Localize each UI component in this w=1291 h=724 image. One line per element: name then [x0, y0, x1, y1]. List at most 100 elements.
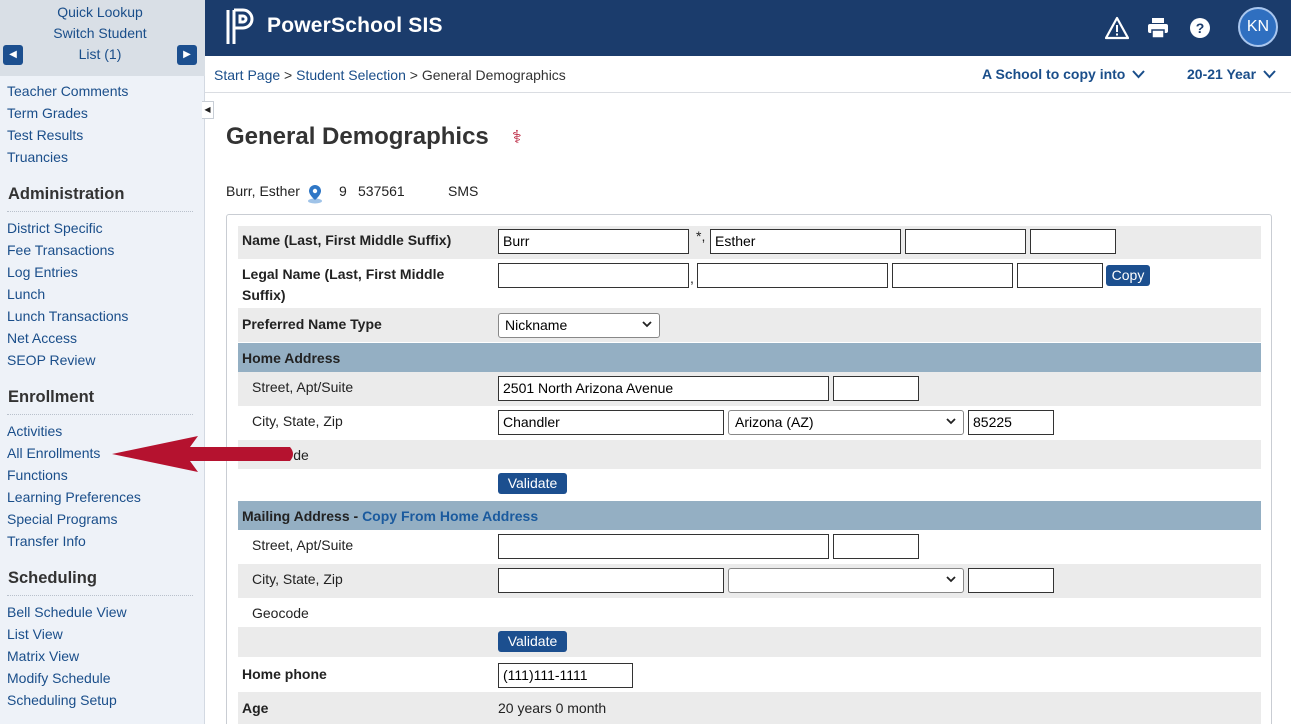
home-validate-button[interactable]: Validate	[498, 473, 567, 494]
sidebar-item-modify-schedule[interactable]: Modify Schedule	[7, 670, 111, 686]
preferred-name-label: Preferred Name Type	[242, 316, 382, 332]
sidebar-item-lunch-transactions[interactable]: Lunch Transactions	[7, 308, 128, 324]
home-phone-field[interactable]: (111)111-1111	[498, 663, 633, 688]
copy-button[interactable]: Copy	[1106, 265, 1150, 286]
sidebar-item-special-programs[interactable]: Special Programs	[7, 511, 118, 527]
mailing-state-select[interactable]	[728, 568, 964, 593]
comma-separator: ,	[690, 270, 694, 286]
switch-student-link[interactable]: Switch Student	[0, 25, 200, 41]
sidebar-item-lunch[interactable]: Lunch	[7, 286, 45, 302]
breadcrumb: Start Page > Student Selection > General…	[214, 67, 566, 83]
sidebar-item-fee-transactions[interactable]: Fee Transactions	[7, 242, 114, 258]
middle-name-field[interactable]	[905, 229, 1026, 254]
school-selector[interactable]: A School to copy into	[982, 66, 1146, 82]
mailing-zip-field[interactable]	[968, 568, 1054, 593]
student-number: 537561	[358, 183, 405, 199]
sidebar-item-learning-preferences[interactable]: Learning Preferences	[7, 489, 141, 505]
age-value: 20 years 0 month	[498, 700, 607, 716]
mailing-city-field[interactable]	[498, 568, 724, 593]
breadcrumb-student-selection[interactable]: Student Selection	[296, 67, 406, 83]
sidebar-item-seop-review[interactable]: SEOP Review	[7, 352, 95, 368]
previous-student-button[interactable]: ◀	[3, 45, 23, 65]
sidebar-item-transfer-info[interactable]: Transfer Info	[7, 533, 86, 549]
chevron-down-icon	[642, 321, 652, 328]
preferred-name-select[interactable]: Nickname	[498, 313, 660, 338]
legal-middle-name-field[interactable]	[892, 263, 1013, 288]
app: Quick Lookup Switch Student List (1) ◀ ▶…	[0, 0, 1291, 724]
legal-suffix-field[interactable]	[1017, 263, 1103, 288]
svg-text:?: ?	[1196, 20, 1205, 36]
help-icon[interactable]: ?	[1188, 16, 1212, 40]
mailing-address-title: Mailing Address - Copy From Home Address	[242, 508, 539, 524]
home-street-label: Street, Apt/Suite	[252, 379, 354, 395]
legal-last-name-field[interactable]	[498, 263, 689, 288]
top-header: PowerSchool SIS ? KN	[205, 0, 1291, 56]
age-row	[238, 692, 1261, 724]
sidebar-item-teacher-comments[interactable]: Teacher Comments	[7, 83, 128, 99]
chevron-down-icon	[946, 576, 956, 583]
suffix-field[interactable]	[1030, 229, 1116, 254]
home-geocode-row	[238, 440, 1261, 469]
student-grade: 9	[339, 183, 347, 199]
first-name-field[interactable]: Esther	[710, 229, 901, 254]
sidebar-item-truancies[interactable]: Truancies	[7, 149, 68, 165]
sidebar-item-bell-schedule-view[interactable]: Bell Schedule View	[7, 604, 127, 620]
legal-first-name-field[interactable]	[697, 263, 888, 288]
home-state-select[interactable]: Arizona (AZ)	[728, 410, 964, 435]
student-lookup-panel: Quick Lookup Switch Student List (1) ◀ ▶	[0, 0, 205, 76]
home-phone-label: Home phone	[242, 666, 327, 682]
medical-alert-icon[interactable]: ⚕	[512, 127, 522, 148]
copy-from-home-address-link[interactable]: Copy From Home Address	[362, 508, 538, 524]
home-street-field[interactable]: 2501 North Arizona Avenue	[498, 376, 829, 401]
page-title: General Demographics	[226, 123, 489, 150]
mailing-validate-button[interactable]: Validate	[498, 631, 567, 652]
home-address-header	[238, 343, 1261, 372]
annotation-arrow-icon	[112, 436, 293, 472]
breadcrumb-start-page[interactable]: Start Page	[214, 67, 280, 83]
student-school: SMS	[448, 183, 479, 199]
divider	[7, 595, 193, 596]
avatar[interactable]: KN	[1238, 7, 1278, 47]
sidebar-heading-administration: Administration	[8, 185, 125, 203]
mailing-apt-field[interactable]	[833, 534, 919, 559]
next-student-button[interactable]: ▶	[177, 45, 197, 65]
preferred-name-row	[238, 308, 1261, 342]
collapse-sidebar-button[interactable]: ◀	[202, 101, 214, 119]
last-name-field[interactable]: Burr	[498, 229, 689, 254]
map-pin-icon[interactable]	[306, 184, 324, 204]
breadcrumb-current: General Demographics	[421, 67, 566, 83]
sidebar-item-district-specific[interactable]: District Specific	[7, 220, 103, 236]
home-apt-field[interactable]	[833, 376, 919, 401]
sidebar-item-net-access[interactable]: Net Access	[7, 330, 77, 346]
student-list-link[interactable]: List (1)	[0, 46, 200, 62]
mailing-validate-row	[238, 627, 1261, 657]
powerschool-logo-icon[interactable]	[225, 8, 257, 46]
sidebar-item-matrix-view[interactable]: Matrix View	[7, 648, 79, 664]
required-asterisk: *,	[696, 228, 706, 244]
brand-title: PowerSchool SIS	[267, 14, 443, 37]
sidebar-item-activities[interactable]: Activities	[7, 423, 62, 439]
divider	[7, 211, 193, 212]
home-city-field[interactable]: Chandler	[498, 410, 724, 435]
sidebar-item-term-grades[interactable]: Term Grades	[7, 105, 88, 121]
home-zip-field[interactable]: 85225	[968, 410, 1054, 435]
sidebar-item-test-results[interactable]: Test Results	[7, 127, 83, 143]
legal-name-label: Legal Name (Last, First Middle	[242, 266, 445, 282]
sidebar-item-functions[interactable]: Functions	[7, 467, 68, 483]
name-label: Name (Last, First Middle Suffix)	[242, 232, 452, 248]
sidebar-item-list-view[interactable]: List View	[7, 626, 63, 642]
age-label: Age	[242, 700, 269, 716]
quick-lookup-link[interactable]: Quick Lookup	[0, 4, 200, 20]
sidebar-item-scheduling-setup[interactable]: Scheduling Setup	[7, 692, 117, 708]
sidebar-heading-enrollment: Enrollment	[8, 388, 95, 406]
chevron-down-icon	[1263, 70, 1276, 79]
print-icon[interactable]	[1146, 16, 1170, 40]
year-selector[interactable]: 20-21 Year	[1187, 66, 1276, 82]
sidebar-item-all-enrollments[interactable]: All Enrollments	[7, 445, 100, 461]
mailing-street-field[interactable]	[498, 534, 829, 559]
sidebar-item-log-entries[interactable]: Log Entries	[7, 264, 78, 280]
alert-icon[interactable]	[1105, 16, 1129, 40]
sidebar-heading-scheduling: Scheduling	[8, 569, 97, 587]
legal-name-label-cont: Suffix)	[242, 287, 286, 303]
divider	[7, 414, 193, 415]
